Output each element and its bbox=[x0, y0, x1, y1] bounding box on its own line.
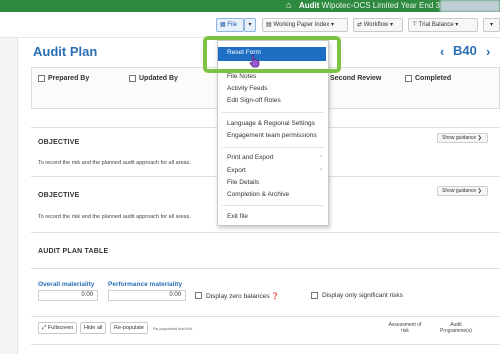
user-area[interactable] bbox=[440, 0, 500, 12]
divider bbox=[31, 268, 500, 269]
repopulate-button[interactable]: Re-populate bbox=[110, 322, 148, 334]
show-guidance-button[interactable]: Show guidance ❯ bbox=[437, 186, 488, 196]
menu-item-file-notes[interactable]: File Notes bbox=[227, 73, 256, 80]
updated-by-label: Updated By bbox=[139, 75, 178, 82]
file-dropdown-toggle[interactable]: ▾ bbox=[244, 18, 256, 32]
prepared-by-label: Prepared By bbox=[48, 75, 90, 82]
menu-item-team-permissions[interactable]: Engagement team permissions bbox=[227, 132, 317, 139]
workflow-label: Workflow bbox=[363, 22, 389, 28]
performance-materiality-label: Performance materiality bbox=[108, 281, 183, 288]
section-title: OBJECTIVE bbox=[38, 139, 80, 146]
balance-icon: ⊤ bbox=[412, 22, 418, 28]
caret-down-icon: ▾ bbox=[489, 22, 493, 28]
completed-checkbox[interactable] bbox=[405, 75, 412, 82]
show-guidance-label: Show guidance bbox=[442, 135, 477, 141]
show-guidance-button[interactable]: Show guidance ❯ bbox=[437, 133, 488, 143]
left-panel-edge bbox=[0, 38, 18, 354]
hand-pointer-icon bbox=[249, 54, 260, 68]
divider bbox=[31, 232, 500, 233]
caret-down-icon: ▾ bbox=[330, 22, 334, 28]
menu-item-print-export[interactable]: Print and Export bbox=[227, 154, 274, 161]
menu-item-file-details[interactable]: File Details bbox=[227, 179, 259, 186]
repopulated-text: Re-populated text:N/A bbox=[153, 326, 193, 331]
toolbar: ▦ File ▾ ▤ Working Paper Index ▾ ⇄ Workf… bbox=[0, 12, 500, 38]
section-title: OBJECTIVE bbox=[38, 192, 80, 199]
workflow-button[interactable]: ⇄ Workflow ▾ bbox=[353, 18, 403, 32]
menu-item-edit-signoff-roles[interactable]: Edit Sign-off Roles bbox=[227, 97, 281, 104]
working-paper-index-label: Working Paper Index bbox=[273, 22, 330, 28]
app-name: Audit bbox=[299, 1, 320, 10]
grid-icon: ▦ bbox=[220, 22, 226, 28]
second-review-label: Second Review bbox=[330, 75, 382, 82]
caret-down-icon: ▾ bbox=[248, 22, 252, 28]
index-icon: ▤ bbox=[266, 22, 272, 28]
chevron-down-icon: ❯ bbox=[477, 135, 482, 141]
section-text: To record the risk and the planned audit… bbox=[38, 160, 191, 166]
display-zero-balances-label: Display zero balances ❓ bbox=[206, 292, 280, 300]
hide-all-button[interactable]: Hide all bbox=[80, 322, 107, 334]
column-assessment-of-risk: Assessment of risk bbox=[388, 322, 422, 334]
chevron-right-icon: › bbox=[320, 154, 322, 160]
caret-down-icon: ▾ bbox=[455, 22, 459, 28]
fullscreen-button[interactable]: ⤢ Fullscreen bbox=[38, 322, 78, 334]
display-zero-balances-checkbox[interactable] bbox=[195, 292, 202, 299]
page-title: Audit Plan bbox=[33, 44, 98, 59]
display-significant-risks-checkbox[interactable] bbox=[311, 292, 318, 299]
menu-separator bbox=[222, 147, 324, 148]
divider bbox=[31, 344, 500, 345]
show-guidance-label: Show guidance bbox=[442, 188, 477, 194]
home-icon[interactable]: ⌂ bbox=[286, 0, 291, 10]
chevron-right-icon[interactable]: › bbox=[486, 44, 490, 59]
more-options-button[interactable]: ▾ bbox=[483, 18, 500, 32]
trial-balance-label: Trial Balance bbox=[418, 22, 454, 28]
completed-label: Completed bbox=[415, 75, 452, 82]
chevron-down-icon: ❯ bbox=[477, 188, 482, 194]
menu-separator bbox=[222, 112, 324, 113]
working-paper-index-button[interactable]: ▤ Working Paper Index ▾ bbox=[262, 18, 348, 32]
display-significant-risks-label: Display only significant risks bbox=[322, 292, 403, 299]
highlight-box bbox=[203, 36, 341, 73]
expand-icon: ⤢ bbox=[42, 325, 47, 331]
document-reference: B40 bbox=[453, 43, 477, 58]
prepared-by-checkbox[interactable] bbox=[38, 75, 45, 82]
file-menu-button[interactable]: ▦ File bbox=[216, 18, 244, 32]
menu-item-activity-feeds[interactable]: Activity Feeds bbox=[227, 85, 267, 92]
performance-materiality-field[interactable]: 0.00 bbox=[108, 290, 186, 301]
trial-balance-button[interactable]: ⊤ Trial Balance ▾ bbox=[408, 18, 478, 32]
display-zero-balances-text: Display zero balances bbox=[206, 293, 270, 300]
menu-item-export[interactable]: Export bbox=[227, 167, 246, 174]
file-button-label: File bbox=[227, 22, 238, 28]
menu-item-language-settings[interactable]: Language & Regional Settings bbox=[227, 120, 315, 127]
overall-materiality-label: Overall materiality bbox=[38, 281, 95, 288]
chevron-right-icon: › bbox=[320, 167, 322, 173]
updated-by-checkbox[interactable] bbox=[129, 75, 136, 82]
fullscreen-label: Fullscreen bbox=[47, 325, 74, 331]
section-title: AUDIT PLAN TABLE bbox=[38, 248, 109, 255]
menu-item-completion-archive[interactable]: Completion & Archive bbox=[227, 191, 289, 198]
overall-materiality-field[interactable]: 0.00 bbox=[38, 290, 98, 301]
help-icon[interactable]: ❓ bbox=[271, 293, 279, 300]
column-audit-programmes: Audit Programme(s) bbox=[440, 322, 472, 334]
menu-separator bbox=[222, 205, 324, 206]
workflow-icon: ⇄ bbox=[357, 22, 363, 28]
section-text: To record the risk and the planned audit… bbox=[38, 214, 191, 220]
chevron-left-icon[interactable]: ‹ bbox=[440, 44, 444, 59]
app-header-bar: ⌂ Audit Wipotec-OCS Limited Year End 31-… bbox=[0, 0, 500, 12]
menu-item-exit-file[interactable]: Exit file bbox=[227, 213, 248, 220]
caret-down-icon: ▾ bbox=[389, 22, 393, 28]
